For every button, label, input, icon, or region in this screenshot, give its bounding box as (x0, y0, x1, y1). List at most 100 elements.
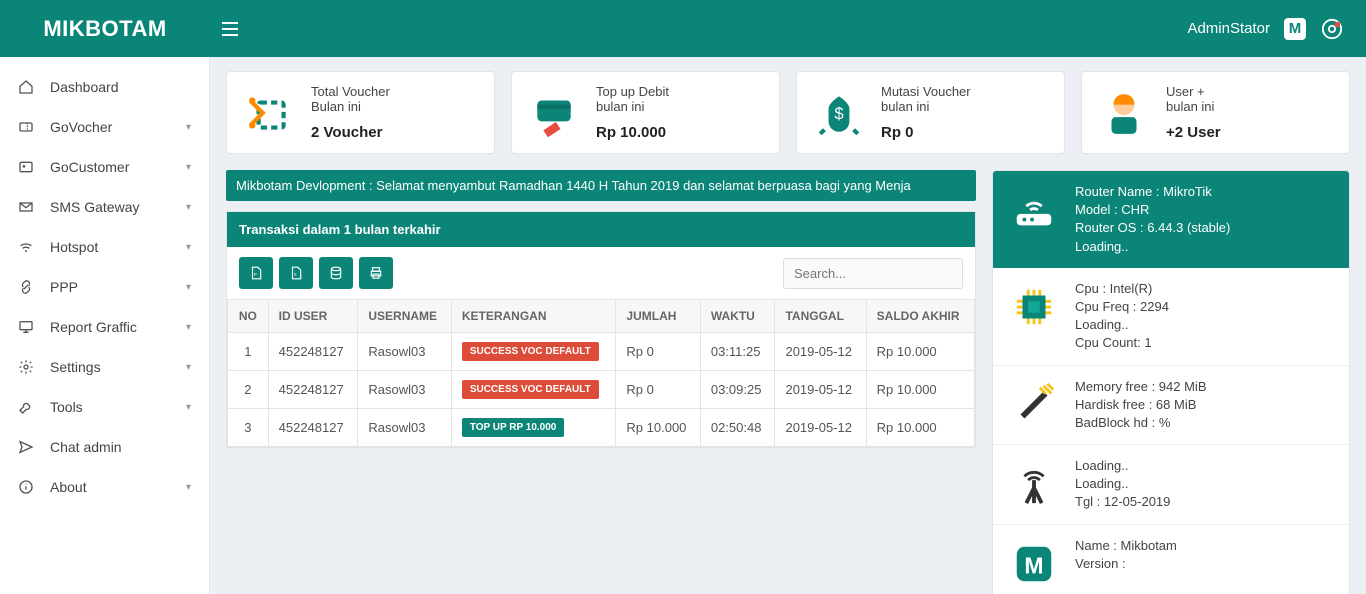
sidebar-item-dashboard[interactable]: Dashboard (0, 67, 209, 107)
sidebar-item-settings[interactable]: Settings ▾ (0, 347, 209, 387)
table-row: 1 452248127 Rasowl03 SUCCESS VOC DEFAULT… (228, 333, 975, 371)
menu-toggle-button[interactable] (210, 0, 250, 57)
search-input[interactable] (783, 258, 963, 289)
sidebar-item-chat-admin[interactable]: Chat admin (0, 427, 209, 467)
info-text: Memory free : 942 MiBHardisk free : 68 M… (1075, 378, 1207, 433)
print-button[interactable] (359, 257, 393, 289)
topbar: MIKBOTAM AdminStator M (0, 0, 1366, 57)
sidebar-item-report-graffic[interactable]: Report Graffic ▾ (0, 307, 209, 347)
stat-title: Total VoucherBulan ini (311, 84, 390, 114)
stats-row: Total VoucherBulan ini 2 Voucher Top up … (226, 71, 1350, 154)
hamburger-icon (222, 22, 238, 36)
chevron-down-icon: ▾ (186, 402, 191, 413)
stat-title: User +bulan ini (1166, 84, 1221, 114)
wifi-icon (18, 239, 36, 255)
column-header[interactable]: USERNAME (358, 300, 451, 333)
svg-text:M: M (1024, 552, 1043, 578)
column-header[interactable]: ID USER (268, 300, 358, 333)
column-header[interactable]: NO (228, 300, 269, 333)
stat-card-0[interactable]: Total VoucherBulan ini 2 Voucher (226, 71, 495, 154)
info-text: Cpu : Intel(R)Cpu Freq : 2294Loading..Cp… (1075, 280, 1169, 353)
sidebar-item-label: Chat admin (50, 439, 122, 455)
sidebar-item-label: Hotspot (50, 239, 98, 255)
avatar[interactable]: M (1284, 18, 1306, 40)
info-row-mem: Memory free : 942 MiBHardisk free : 68 M… (993, 366, 1349, 446)
cell-waktu: 03:11:25 (700, 333, 775, 371)
topbar-right: AdminStator M (1187, 17, 1366, 41)
cell-no: 1 (228, 333, 269, 371)
sidebar-item-sms-gateway[interactable]: SMS Gateway ▾ (0, 187, 209, 227)
chevron-down-icon: ▾ (186, 162, 191, 173)
send-icon (18, 439, 36, 455)
cell-waktu: 02:50:48 (700, 409, 775, 447)
user-name-label[interactable]: AdminStator (1187, 20, 1270, 37)
cell-user: Rasowl03 (358, 409, 451, 447)
home-icon (18, 79, 36, 95)
sidebar-item-gocustomer[interactable]: GoCustomer ▾ (0, 147, 209, 187)
export-excel-button[interactable]: X (279, 257, 313, 289)
cell-id: 452248127 (268, 371, 358, 409)
sidebar-item-label: Report Graffic (50, 319, 137, 335)
sidebar-item-ppp[interactable]: PPP ▾ (0, 267, 209, 307)
sidebar: Dashboard GoVocher ▾ GoCustomer ▾ SMS Ga… (0, 57, 210, 594)
system-info-panel: Router Name : MikroTikModel : CHRRouter … (992, 170, 1350, 594)
stat-icon: $ (811, 85, 867, 141)
status-badge: SUCCESS VOC DEFAULT (462, 342, 599, 361)
transactions-panel: Transaksi dalam 1 bulan terkahir P X NOI… (226, 211, 976, 448)
brand-logo[interactable]: MIKBOTAM (0, 0, 210, 57)
cell-jml: Rp 0 (616, 371, 700, 409)
sidebar-item-tools[interactable]: Tools ▾ (0, 387, 209, 427)
stat-icon (241, 85, 297, 141)
cell-no: 3 (228, 409, 269, 447)
database-button[interactable] (319, 257, 353, 289)
table-row: 3 452248127 Rasowl03 TOP UP RP 10.000 Rp… (228, 409, 975, 447)
cell-user: Rasowl03 (358, 371, 451, 409)
chevron-down-icon: ▾ (186, 202, 191, 213)
column-header[interactable]: KETERANGAN (451, 300, 616, 333)
gear-icon (1321, 18, 1343, 40)
sidebar-item-label: SMS Gateway (50, 199, 139, 215)
panel-title: Transaksi dalam 1 bulan terkahir (227, 212, 975, 247)
cell-jml: Rp 10.000 (616, 409, 700, 447)
sidebar-item-hotspot[interactable]: Hotspot ▾ (0, 227, 209, 267)
stat-icon (1096, 85, 1152, 141)
sig-icon (1007, 457, 1061, 511)
cpu-icon (1007, 280, 1061, 334)
ticket-icon (18, 119, 36, 135)
status-badge: TOP UP RP 10.000 (462, 418, 565, 437)
sidebar-item-about[interactable]: About ▾ (0, 467, 209, 507)
announcement-marquee: Mikbotam Devlopment : Selamat menyambut … (226, 170, 976, 201)
print-icon (369, 266, 383, 280)
sidebar-item-label: PPP (50, 279, 78, 295)
cell-ket: SUCCESS VOC DEFAULT (451, 371, 616, 409)
column-header[interactable]: JUMLAH (616, 300, 700, 333)
info-text: Router Name : MikroTikModel : CHRRouter … (1075, 183, 1230, 256)
cell-tgl: 2019-05-12 (775, 409, 866, 447)
transactions-table: NOID USERUSERNAMEKETERANGANJUMLAHWAKTUTA… (227, 299, 975, 447)
stat-title: Mutasi Voucherbulan ini (881, 84, 971, 114)
stat-card-1[interactable]: Top up Debitbulan ini Rp 10.000 (511, 71, 780, 154)
stat-value: Rp 10.000 (596, 124, 669, 141)
cell-no: 2 (228, 371, 269, 409)
stat-card-3[interactable]: User +bulan ini +2 User (1081, 71, 1350, 154)
column-header[interactable]: WAKTU (700, 300, 775, 333)
file-excel-icon: X (289, 266, 303, 280)
stat-value: Rp 0 (881, 124, 971, 141)
settings-button[interactable] (1320, 17, 1344, 41)
cell-user: Rasowl03 (358, 333, 451, 371)
column-header[interactable]: TANGGAL (775, 300, 866, 333)
info-icon (18, 479, 36, 495)
sidebar-item-govocher[interactable]: GoVocher ▾ (0, 107, 209, 147)
cell-jml: Rp 0 (616, 333, 700, 371)
column-header[interactable]: SALDO AKHIR (866, 300, 974, 333)
sidebar-item-label: Dashboard (50, 79, 119, 95)
mail-icon (18, 199, 36, 215)
table-row: 2 452248127 Rasowl03 SUCCESS VOC DEFAULT… (228, 371, 975, 409)
mem-icon (1007, 378, 1061, 432)
export-pdf-button[interactable]: P (239, 257, 273, 289)
cell-id: 452248127 (268, 333, 358, 371)
stat-card-2[interactable]: $ Mutasi Voucherbulan ini Rp 0 (796, 71, 1065, 154)
main-content: Total VoucherBulan ini 2 Voucher Top up … (210, 57, 1366, 594)
monitor-icon (18, 319, 36, 335)
link-icon (18, 279, 36, 295)
